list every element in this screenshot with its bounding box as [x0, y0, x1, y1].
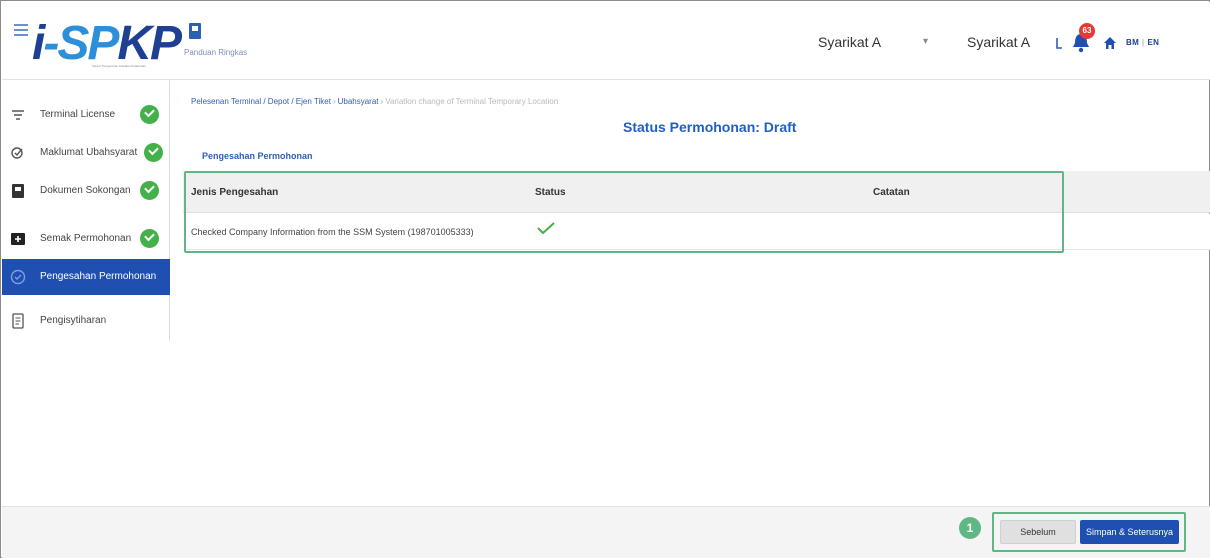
step-sidebar: Terminal License Maklumat Ubahsyarat Dok…	[2, 81, 170, 341]
sidebar-item-maklumat-ubahsyarat[interactable]: Maklumat Ubahsyarat	[2, 135, 170, 171]
section-title: Pengesahan Permohonan	[202, 151, 313, 161]
sidebar-item-label: Dokumen Sokongan	[40, 185, 131, 196]
sidebar-item-pengesahan-permohonan[interactable]: Pengesahan Permohonan	[2, 259, 170, 295]
check-circle-icon	[140, 181, 159, 200]
book-icon	[189, 23, 201, 39]
sidebar-item-label: Terminal License	[40, 109, 116, 120]
step-number-badge: 1	[959, 517, 981, 539]
declaration-icon	[12, 313, 24, 329]
edit-check-icon	[11, 147, 23, 159]
previous-button[interactable]: Sebelum	[1000, 520, 1076, 544]
breadcrumb-current: Variation change of Terminal Temporary L…	[385, 97, 559, 106]
sidebar-item-dokumen-sokongan[interactable]: Dokumen Sokongan	[2, 173, 170, 209]
column-header: Status	[535, 187, 566, 198]
app-header: i-SPKP Sistem Pengurusan Kawalan Pelabuh…	[2, 2, 1210, 80]
home-icon[interactable]	[1103, 36, 1117, 50]
user-icon[interactable]	[1054, 36, 1064, 52]
sidebar-item-label: Maklumat Ubahsyarat	[40, 147, 138, 158]
notification-button[interactable]: 63	[1071, 23, 1097, 54]
chevron-down-icon[interactable]: ▾	[923, 36, 928, 47]
lang-en-option[interactable]: EN	[1147, 38, 1159, 47]
save-and-next-button[interactable]: Simpan & Seterusnya	[1080, 520, 1179, 544]
lang-bm-option[interactable]: BM	[1126, 38, 1139, 47]
check-circle-icon	[140, 105, 159, 124]
breadcrumb: Pelesenan Terminal / Depot / Ejen Tiket ›…	[191, 97, 559, 106]
menu-icon[interactable]	[14, 24, 28, 36]
notification-count-badge: 63	[1079, 23, 1095, 39]
app-frame: i-SPKP Sistem Pengurusan Kawalan Pelabuh…	[0, 0, 1210, 558]
logo-text: i-SPKP	[32, 17, 182, 70]
quick-guide-link[interactable]: Panduan Ringkas	[184, 22, 264, 66]
sidebar-item-label: Pengisytiharan	[40, 315, 107, 326]
check-icon	[537, 222, 555, 234]
user-company-name: Syarikat A	[967, 34, 1031, 50]
language-switcher: BM | EN	[1126, 38, 1160, 47]
table-header: Jenis Pengesahan Status Catatan	[183, 171, 1210, 213]
breadcrumb-link[interactable]: Pelesenan Terminal / Depot / Ejen Tiket	[191, 97, 331, 106]
sidebar-item-terminal-license[interactable]: Terminal License	[2, 97, 170, 133]
verification-table: Jenis Pengesahan Status Catatan Checked …	[183, 171, 1210, 253]
sidebar-item-label: Semak Permohonan	[40, 233, 132, 244]
logo-subtitle: Sistem Pengurusan Kawalan Pelabuhan	[92, 64, 146, 68]
app-logo[interactable]: i-SPKP Sistem Pengurusan Kawalan Pelabuh…	[32, 14, 182, 72]
sidebar-item-semak-permohonan[interactable]: Semak Permohonan	[2, 221, 170, 257]
page-title: Status Permohonan: Draft	[623, 119, 797, 135]
document-icon	[12, 184, 24, 198]
quick-guide-label: Panduan Ringkas	[184, 48, 248, 57]
company-selector[interactable]: Syarikat A	[818, 34, 881, 50]
breadcrumb-link[interactable]: Ubahsyarat	[338, 97, 379, 106]
column-header: Jenis Pengesahan	[191, 187, 279, 198]
sidebar-item-pengisytiharan[interactable]: Pengisytiharan	[2, 303, 170, 339]
review-icon	[11, 233, 25, 245]
verify-icon	[10, 269, 26, 285]
verification-type-cell: Checked Company Information from the SSM…	[191, 227, 474, 237]
table-row: Checked Company Information from the SSM…	[183, 214, 1210, 250]
check-circle-icon	[140, 229, 159, 248]
sidebar-item-label: Pengesahan Permohonan	[40, 271, 157, 282]
column-header: Catatan	[873, 187, 910, 198]
check-circle-icon	[144, 143, 163, 162]
filter-icon	[12, 110, 24, 120]
